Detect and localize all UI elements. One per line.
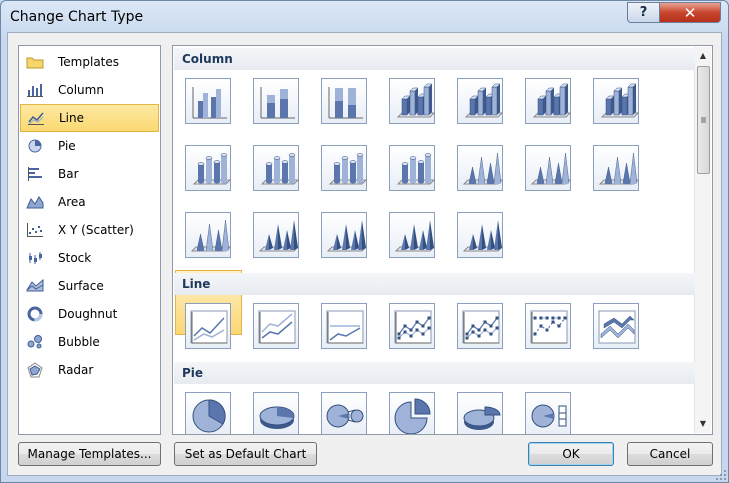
chart-type-item-x-y-scatter[interactable]: X Y (Scatter): [20, 216, 159, 244]
doughnut-chart-icon: [25, 306, 45, 322]
chart-type-item-line[interactable]: Line: [20, 104, 159, 132]
gallery-scrollbar[interactable]: ▲ ▼: [694, 47, 711, 433]
stacked-cone-icon[interactable]: [525, 145, 572, 191]
pie-of-pie-icon[interactable]: [321, 392, 367, 434]
scroll-up-arrow-icon[interactable]: ▲: [695, 47, 711, 63]
100-stacked-line-markers-icon[interactable]: [525, 303, 571, 349]
manage-templates-label: Manage Templates...: [27, 447, 152, 461]
3d-line-icon[interactable]: [593, 303, 639, 349]
ok-button[interactable]: OK: [528, 442, 614, 466]
100-stacked-cone-icon[interactable]: [593, 145, 640, 191]
change-chart-type-dialog: Change Chart Type ? ✕ Templates Column Lin…: [0, 0, 729, 483]
stacked-cylinder-icon[interactable]: [253, 145, 300, 191]
ok-label: OK: [562, 447, 580, 461]
cancel-label: Cancel: [649, 447, 691, 461]
stacked-column-icon[interactable]: [253, 78, 299, 124]
3d-column-icon[interactable]: [593, 78, 640, 124]
stacked-line-icon[interactable]: [253, 303, 299, 349]
chart-type-item-area[interactable]: Area: [20, 188, 159, 216]
100-stacked-line-icon[interactable]: [321, 303, 367, 349]
stacked-line-markers-icon[interactable]: [457, 303, 503, 349]
chart-type-label: Area: [58, 195, 86, 209]
3d-100-stacked-column-icon[interactable]: [525, 78, 572, 124]
stock-chart-icon: [25, 250, 45, 266]
3d-cone-icon[interactable]: [185, 212, 232, 258]
close-button[interactable]: ✕: [659, 2, 721, 23]
radar-chart-icon: [25, 362, 45, 378]
stacked-pyramid-icon[interactable]: [321, 212, 368, 258]
chart-type-label: X Y (Scatter): [58, 223, 134, 237]
chart-type-item-doughnut[interactable]: Doughnut: [20, 300, 159, 328]
folder-icon: [25, 54, 45, 70]
clustered-pyramid-icon[interactable]: [253, 212, 300, 258]
chart-type-item-pie[interactable]: Pie: [20, 132, 159, 160]
chart-type-label: Line: [59, 111, 85, 125]
bar-of-pie-icon[interactable]: [525, 392, 571, 434]
area-chart-icon: [25, 194, 45, 210]
clustered-cone-icon[interactable]: [457, 145, 504, 191]
exploded-pie-icon[interactable]: [389, 392, 435, 434]
chart-type-item-bar[interactable]: Bar: [20, 160, 159, 188]
pie-chart-icon: [25, 138, 45, 154]
cancel-button[interactable]: Cancel: [627, 442, 713, 466]
section-header-line: Line: [174, 273, 695, 295]
pie-icon[interactable]: [185, 392, 231, 434]
chart-type-label: Column: [58, 83, 104, 97]
100-stacked-cylinder-icon[interactable]: [321, 145, 368, 191]
scroll-down-arrow-icon[interactable]: ▼: [695, 415, 711, 431]
bar-chart-icon: [25, 166, 45, 182]
chart-type-item-surface[interactable]: Surface: [20, 272, 159, 300]
set-default-chart-button[interactable]: Set as Default Chart: [174, 442, 317, 466]
line-chart-icon: [26, 110, 46, 126]
chart-subtype-gallery: ▲ ▼ Column Line Pie: [172, 45, 713, 435]
chart-type-item-bubble[interactable]: Bubble: [20, 328, 159, 356]
bubble-chart-icon: [25, 334, 45, 350]
chart-type-item-stock[interactable]: Stock: [20, 244, 159, 272]
clustered-cylinder-icon[interactable]: [185, 145, 232, 191]
clustered-column-icon[interactable]: [185, 78, 231, 124]
3d-clustered-column-icon[interactable]: [389, 78, 436, 124]
chart-type-label: Surface: [58, 279, 104, 293]
chart-type-label: Pie: [58, 139, 76, 153]
chart-type-label: Bubble: [58, 335, 100, 349]
3d-pyramid-icon[interactable]: [457, 212, 504, 258]
chart-type-label: Templates: [58, 55, 120, 69]
chart-type-label: Bar: [58, 167, 79, 181]
set-default-chart-label: Set as Default Chart: [184, 447, 307, 461]
scrollbar-thumb[interactable]: [697, 66, 710, 174]
chart-type-label: Radar: [58, 363, 94, 377]
section-header-pie: Pie: [174, 362, 695, 384]
chart-type-list: Templates Column Line Pie Bar Area X Y (Scatte…: [18, 45, 161, 435]
100-stacked-column-icon[interactable]: [321, 78, 367, 124]
section-header-column: Column: [174, 48, 695, 70]
100-stacked-pyramid-icon[interactable]: [389, 212, 436, 258]
chart-type-item-radar[interactable]: Radar: [20, 356, 159, 384]
help-button[interactable]: ?: [627, 2, 660, 23]
chart-type-item-templates[interactable]: Templates: [20, 48, 159, 76]
line-icon[interactable]: [185, 303, 231, 349]
exploded-3d-pie-icon[interactable]: [457, 392, 503, 434]
line-markers-icon[interactable]: [389, 303, 435, 349]
3d-pie-icon[interactable]: [253, 392, 299, 434]
3d-cylinder-icon[interactable]: [389, 145, 436, 191]
3d-stacked-column-icon[interactable]: [457, 78, 504, 124]
chart-type-item-column[interactable]: Column: [20, 76, 159, 104]
scatter-chart-icon: [25, 222, 45, 238]
manage-templates-button[interactable]: Manage Templates...: [18, 442, 161, 466]
dialog-body: Templates Column Line Pie Bar Area X Y (Scatte…: [7, 32, 722, 476]
chart-type-label: Doughnut: [58, 307, 118, 321]
dialog-title: Change Chart Type: [10, 9, 144, 25]
column-chart-icon: [25, 82, 45, 98]
resize-grip-icon[interactable]: [716, 470, 726, 480]
surface-chart-icon: [25, 278, 45, 294]
chart-type-label: Stock: [58, 251, 92, 265]
